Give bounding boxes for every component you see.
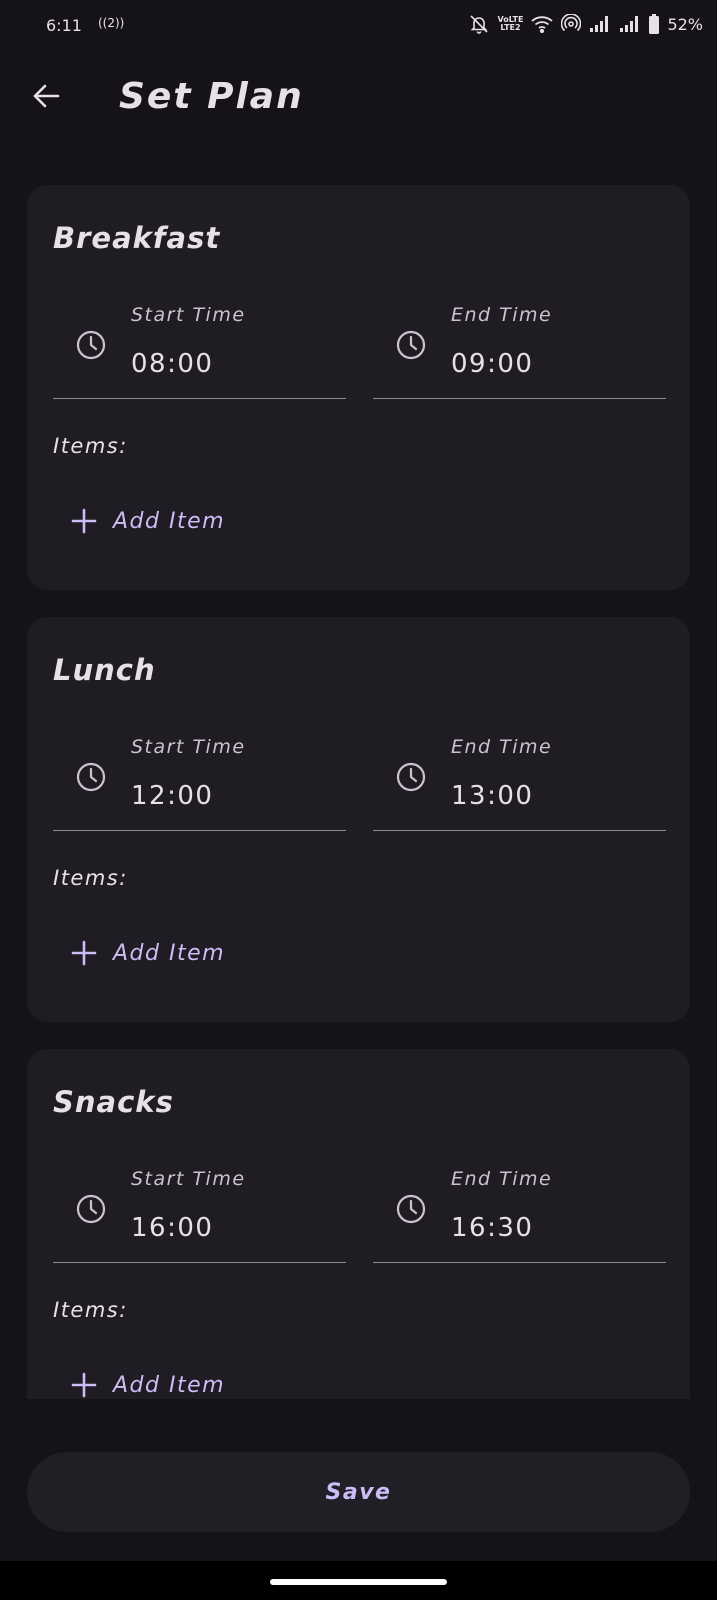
page-title: Set Plan [119,76,304,117]
arrow-left-icon [31,81,61,115]
add-item-label: Add Item [113,1372,226,1398]
signal-icon [589,15,611,33]
start-time-field[interactable]: Start Time 08:00 [53,297,346,399]
end-time-value: 16:30 [451,1213,534,1243]
hotspot-indicator: ((2)) [98,16,125,30]
items-label: Items: [53,434,128,458]
status-icons: VoLTE LTE2 52% [469,14,703,34]
items-label: Items: [53,866,128,890]
add-item-button[interactable]: Add Item [71,933,225,973]
end-time-value: 09:00 [451,349,534,379]
end-time-field[interactable]: End Time 09:00 [373,297,666,399]
end-time-label: End Time [451,736,553,758]
battery-icon [649,14,660,34]
clock-icon [76,1194,106,1224]
clock-icon [396,762,426,792]
end-time-value: 13:00 [451,781,534,811]
back-button[interactable] [22,74,70,122]
clock-icon [396,330,426,360]
add-item-button[interactable]: Add Item [71,1365,225,1399]
start-time-field[interactable]: Start Time 16:00 [53,1161,346,1263]
meal-card-breakfast: Breakfast Start Time 08:00 End Time 09:0… [27,185,690,590]
end-time-field[interactable]: End Time 16:30 [373,1161,666,1263]
battery-percent: 52% [667,14,703,34]
volte-bottom-label: LTE2 [500,23,521,32]
status-bar: 6:11 ((2)) VoLTE LTE2 52% [0,0,717,56]
plus-icon [71,508,97,534]
meal-title: Breakfast [53,221,221,255]
home-gesture-handle[interactable] [270,1579,447,1585]
volte-icon: VoLTE LTE2 [497,16,523,32]
save-label: Save [325,1479,392,1505]
meal-title: Lunch [53,653,156,687]
add-item-label: Add Item [113,508,226,534]
save-button[interactable]: Save [27,1452,690,1532]
add-item-button[interactable]: Add Item [71,501,225,541]
navigation-bar [0,1561,717,1600]
clock-icon [76,762,106,792]
end-time-field[interactable]: End Time 13:00 [373,729,666,831]
start-time-label: Start Time [131,304,246,326]
items-label: Items: [53,1298,128,1322]
status-time: 6:11 [46,16,82,35]
start-time-label: Start Time [131,736,246,758]
app-bar: Set Plan [0,60,717,140]
mute-icon [469,14,489,34]
hotspot-icon [561,14,582,34]
start-time-value: 12:00 [131,781,214,811]
wifi-icon [531,15,554,33]
clock-icon [76,330,106,360]
add-item-label: Add Item [113,940,226,966]
end-time-label: End Time [451,304,553,326]
start-time-value: 08:00 [131,349,214,379]
meal-card-lunch: Lunch Start Time 12:00 End Time 13:00 It… [27,617,690,1022]
signal-icon [619,15,641,33]
meal-card-snacks: Snacks Start Time 16:00 End Time 16:30 I… [27,1049,690,1399]
plus-icon [71,1372,97,1398]
meal-title: Snacks [53,1085,174,1119]
meal-list[interactable]: Breakfast Start Time 08:00 End Time 09:0… [0,180,717,1399]
end-time-label: End Time [451,1168,553,1190]
start-time-field[interactable]: Start Time 12:00 [53,729,346,831]
start-time-label: Start Time [131,1168,246,1190]
start-time-value: 16:00 [131,1213,214,1243]
clock-icon [396,1194,426,1224]
plus-icon [71,940,97,966]
